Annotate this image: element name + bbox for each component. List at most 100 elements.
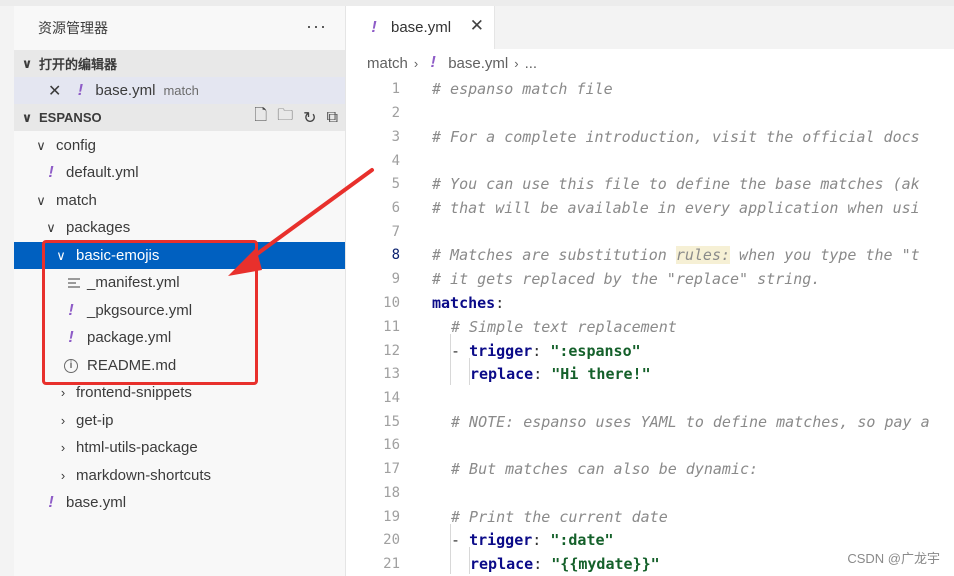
code-text: # it gets replaced by the "replace" stri… (432, 270, 821, 288)
tree-file-base[interactable]: ! base.yml (14, 489, 345, 516)
tree-label: base.yml (66, 494, 127, 511)
tab-bar: ! base.yml ✕ (347, 6, 954, 49)
tree-folder-packages[interactable]: ∨ packages (14, 214, 345, 241)
yaml-value: ":date" (550, 531, 614, 549)
code-line: 18 (347, 481, 954, 505)
word-highlight: rules: (675, 246, 731, 264)
chevron-right-icon: › (60, 468, 66, 483)
yaml-value: "{{mydate}}" (551, 555, 660, 573)
code-text: replace: "{{mydate}}" (470, 555, 660, 573)
breadcrumb: match › ! base.yml › ... (347, 49, 954, 77)
open-editors-header[interactable]: ∨ 打开的编辑器 (14, 50, 345, 77)
open-editors-label: 打开的编辑器 (39, 57, 118, 72)
code-line: 19 # Print the current date (347, 505, 954, 529)
code-text: matches: (432, 294, 505, 312)
workspace-label: ESPANSO (39, 110, 102, 125)
code-line: 3 # For a complete introduction, visit th… (347, 125, 954, 149)
line-number: 17 (383, 461, 400, 477)
code-line: 6 # that will be available in every appli… (347, 196, 954, 220)
breadcrumb-file[interactable]: base.yml (448, 55, 508, 72)
line-number: 4 (391, 153, 400, 169)
line-number: 13 (383, 366, 400, 382)
line-number: 16 (383, 437, 400, 453)
code-line: 15 # NOTE: espanso uses YAML to define ma… (347, 410, 954, 434)
tree-folder-html-utils[interactable]: › html-utils-package (14, 434, 345, 461)
breadcrumb-more[interactable]: ... (525, 55, 538, 72)
code-line: 17 # But matches can also be dynamic: (347, 457, 954, 481)
close-icon[interactable]: ✕ (470, 16, 484, 36)
tree-folder-markdown-shortcuts[interactable]: › markdown-shortcuts (14, 462, 345, 489)
line-number: 7 (391, 224, 400, 240)
workspace-header[interactable]: ∨ ESPANSO 🗋 🗀 ↻ ⧉ (14, 104, 345, 131)
more-actions-icon[interactable]: ··· (306, 16, 327, 37)
tree-label: default.yml (66, 164, 139, 181)
explorer-title: 资源管理器 (38, 20, 108, 36)
code-text: # For a complete introduction, visit the… (432, 128, 920, 146)
chevron-down-icon: ∨ (21, 109, 33, 125)
code-text: - trigger: ":date" (451, 531, 614, 549)
line-number: 8 (391, 247, 400, 263)
code-line: 14 (347, 386, 954, 410)
tree-file-default[interactable]: ! default.yml (14, 159, 345, 186)
yaml-key: replace (470, 365, 534, 383)
line-number: 9 (391, 271, 400, 287)
code-text: replace: "Hi there!" (470, 365, 651, 383)
breadcrumb-folder[interactable]: match (367, 55, 408, 72)
workspace-actions: 🗋 🗀 ↻ ⧉ (254, 104, 338, 131)
code-fragment: when you type the "t (730, 246, 920, 264)
annotation-highlight-box (42, 240, 258, 385)
new-folder-icon[interactable]: 🗀 (277, 104, 293, 131)
yaml-file-icon: ! (48, 493, 54, 511)
refresh-icon[interactable]: ↻ (303, 108, 316, 128)
line-number: 1 (391, 81, 400, 97)
open-editor-filename: base.yml (95, 82, 156, 99)
line-number: 6 (391, 200, 400, 216)
code-line: 1 # espanso match file (347, 77, 954, 101)
code-text: # But matches can also be dynamic: (451, 460, 759, 478)
code-line: 9 # it gets replaced by the "replace" str… (347, 267, 954, 291)
yaml-file-icon: ! (77, 81, 84, 99)
tree-folder-match[interactable]: ∨ match (14, 187, 345, 214)
code-text: # Simple text replacement (451, 318, 677, 336)
chevron-right-icon: › (60, 385, 66, 400)
yaml-key: replace (470, 555, 534, 573)
yaml-file-icon: ! (48, 163, 54, 181)
code-line: 2 (347, 101, 954, 125)
watermark: CSDN @广龙宇 (847, 551, 940, 566)
line-number: 18 (383, 485, 400, 501)
line-number: 11 (383, 319, 400, 335)
chevron-down-icon: ∨ (21, 55, 33, 71)
code-text: # NOTE: espanso uses YAML to define matc… (451, 413, 930, 431)
code-fragment: # Matches are substitution (432, 246, 676, 264)
tab-base-yml[interactable]: ! base.yml ✕ (347, 6, 495, 49)
editor-area: ! base.yml ✕ match › ! base.yml › ... 1 #… (347, 6, 954, 576)
open-editor-item[interactable]: ✕ ! base.yml match (14, 77, 345, 104)
collapse-all-icon[interactable]: ⧉ (327, 109, 338, 127)
code-text: # espanso match file (432, 80, 613, 98)
tree-label: frontend-snippets (76, 384, 192, 401)
chevron-right-icon: › (413, 55, 419, 71)
chevron-right-icon: › (60, 440, 66, 455)
yaml-value: "Hi there!" (551, 365, 651, 383)
tree-label: html-utils-package (76, 439, 198, 456)
line-number: 20 (383, 532, 400, 548)
code-line: 11 # Simple text replacement (347, 315, 954, 339)
open-editor-description: match (163, 83, 199, 98)
line-number: 15 (383, 414, 400, 430)
code-line-active: 8 # Matches are substitution rules: when … (347, 243, 954, 267)
tree-label: match (56, 192, 97, 209)
tree-folder-get-ip[interactable]: › get-ip (14, 407, 345, 434)
yaml-value: ":espanso" (550, 342, 641, 360)
line-number: 19 (383, 509, 400, 525)
new-file-icon[interactable]: 🗋 (254, 104, 267, 131)
line-number: 2 (391, 105, 400, 121)
tree-label: markdown-shortcuts (76, 467, 212, 484)
tree-folder-config[interactable]: ∨ config (14, 132, 345, 159)
line-number: 3 (391, 129, 400, 145)
code-line: 13 replace: "Hi there!" (347, 362, 954, 386)
line-number: 5 (391, 176, 400, 192)
code-line: 12 - trigger: ":espanso" (347, 339, 954, 363)
close-icon[interactable]: ✕ (48, 81, 61, 101)
activity-gutter (0, 6, 14, 576)
code-line: 7 (347, 220, 954, 244)
